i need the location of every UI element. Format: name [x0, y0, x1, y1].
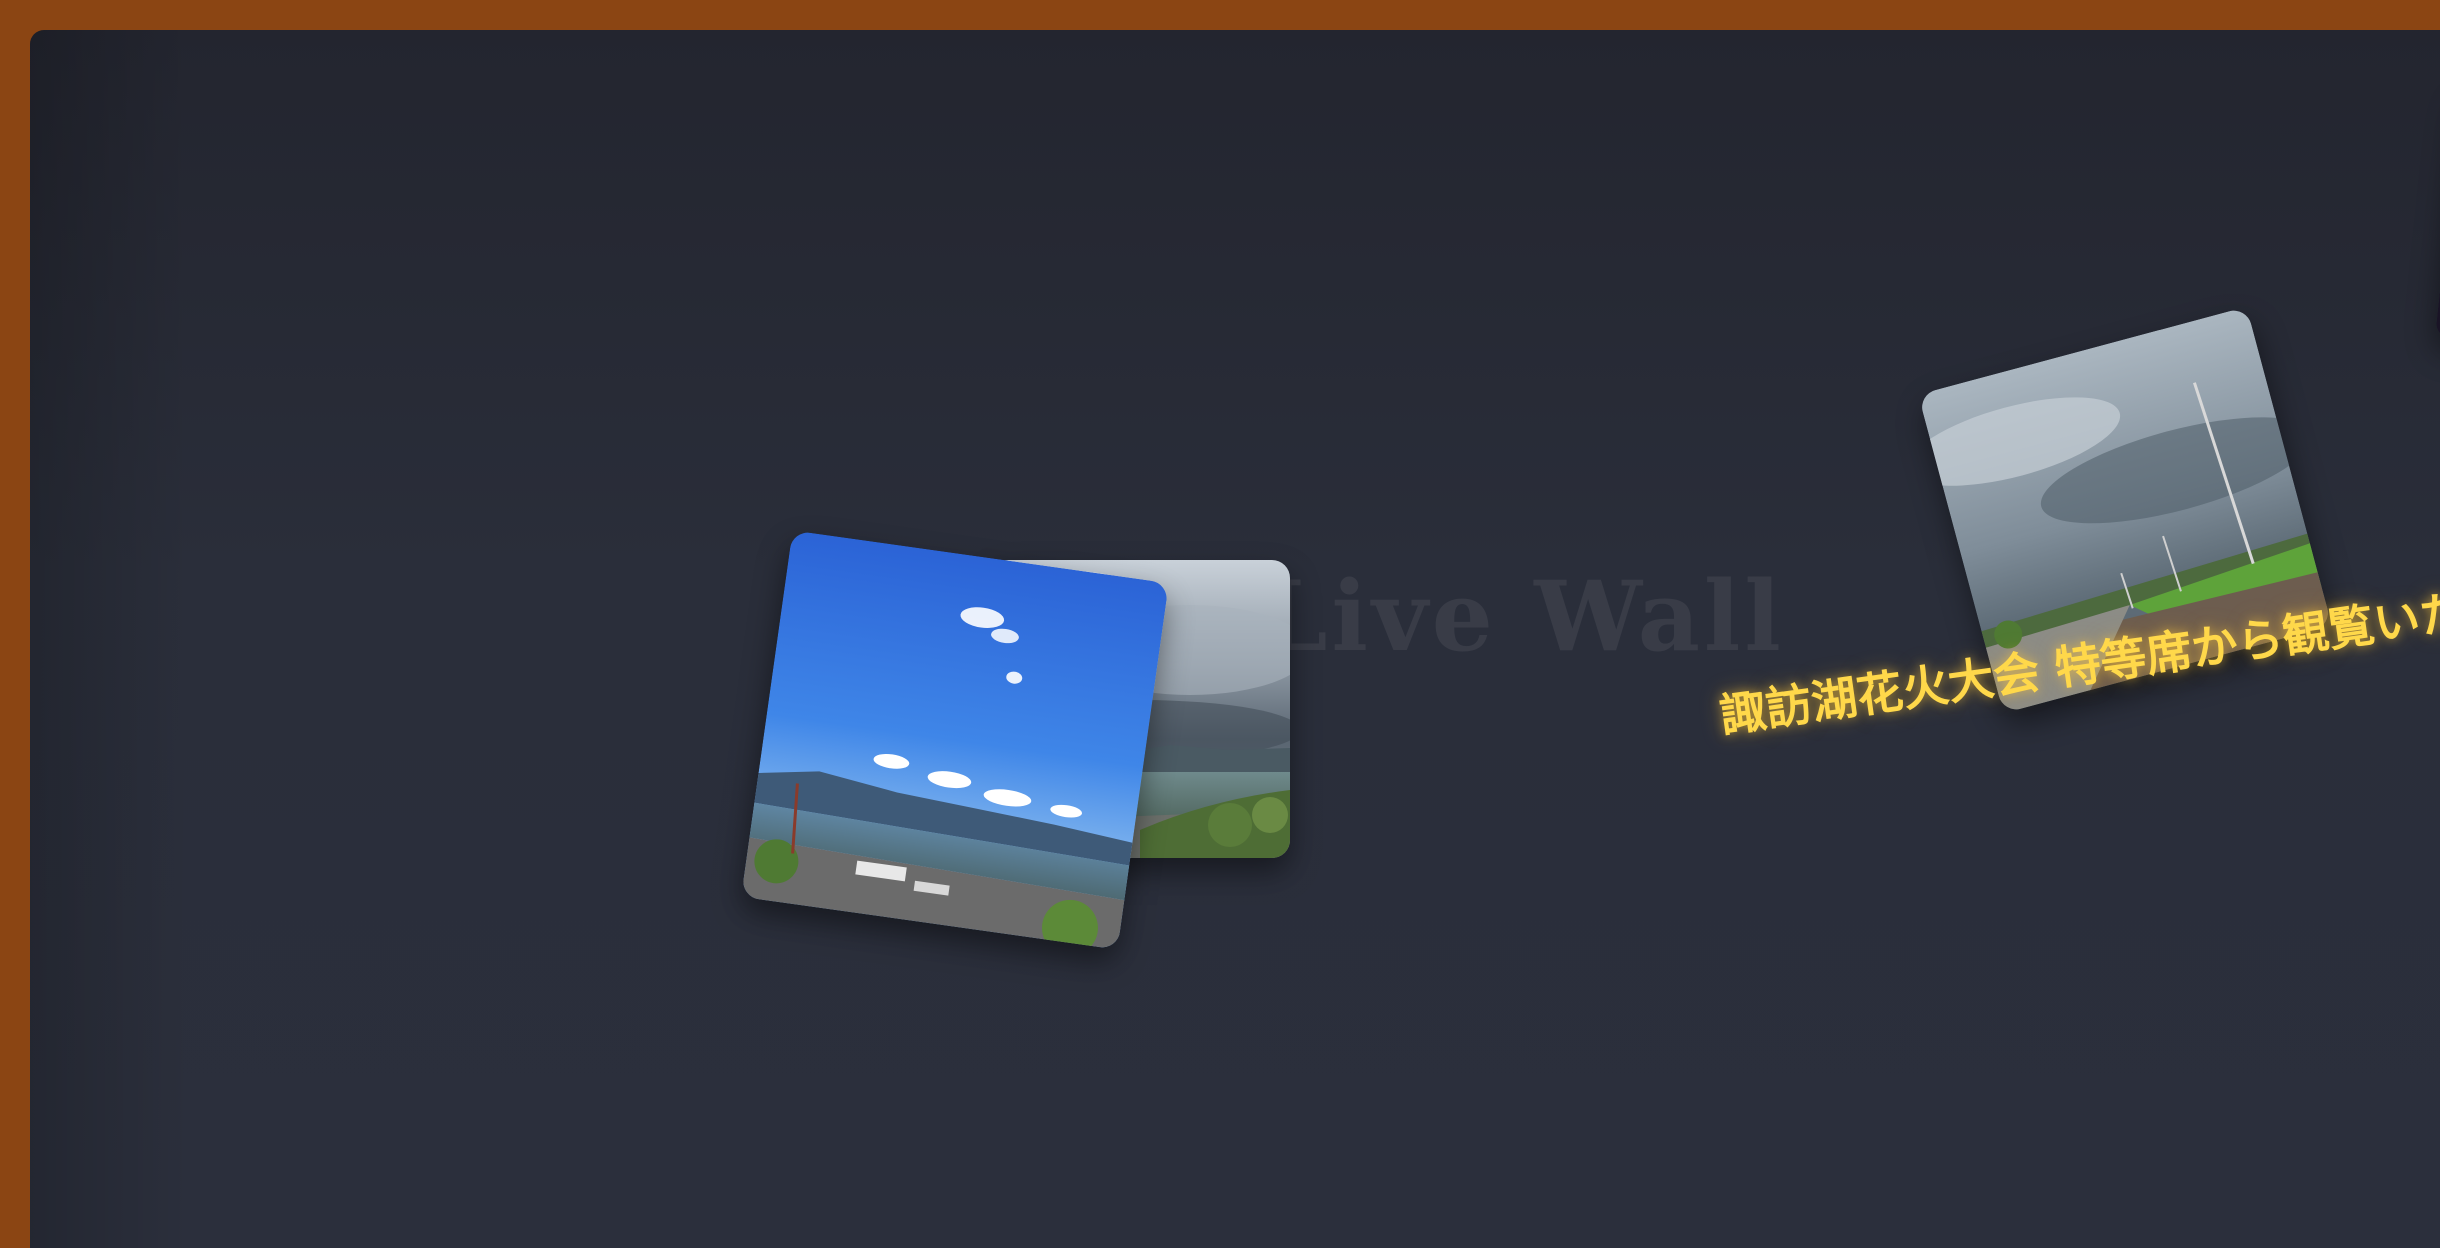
photo-card-fireworks[interactable]	[2435, 87, 2440, 343]
photo-image	[741, 530, 1169, 950]
wall-frame: Live Wall 諏訪湖花火大会 特等席から観覧いた	[0, 0, 2440, 1248]
photo-card-blue-lake[interactable]	[741, 530, 1169, 950]
wall-title: Live Wall	[1260, 560, 1785, 673]
photo-image	[2435, 87, 2440, 343]
photo-wall: Live Wall 諏訪湖花火大会 特等席から観覧いた	[30, 30, 2440, 1248]
